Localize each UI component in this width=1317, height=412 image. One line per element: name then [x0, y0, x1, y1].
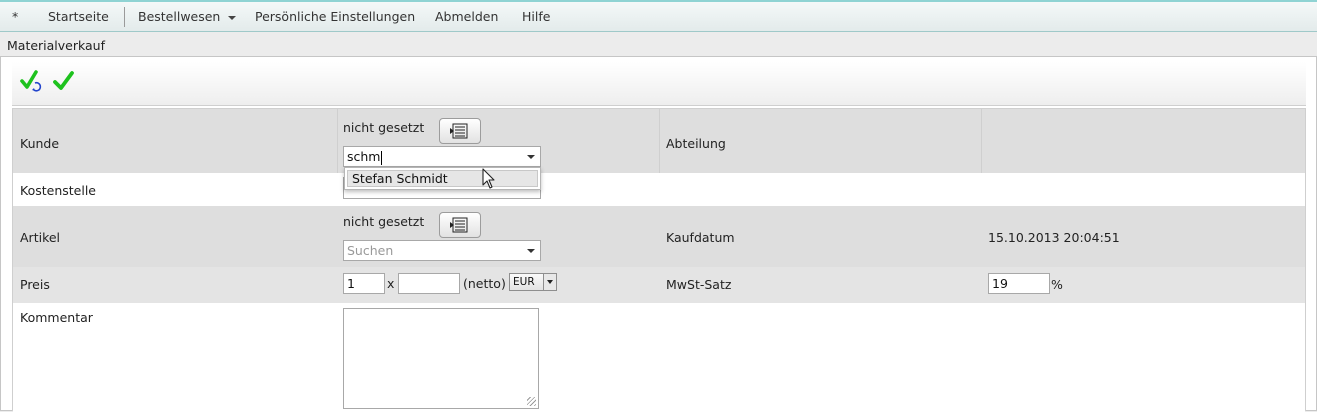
kommentar-textarea[interactable] [343, 308, 539, 409]
price-input[interactable] [398, 273, 460, 294]
panel-title: Materialverkauf [7, 38, 106, 53]
chevron-down-icon[interactable] [543, 274, 556, 290]
menu-item-startseite[interactable]: Startseite [48, 2, 109, 32]
kunde-search-combo[interactable]: schm [343, 146, 541, 167]
chevron-down-icon[interactable] [527, 155, 535, 159]
preis-label: Preis [20, 277, 50, 292]
resize-grip-icon[interactable] [527, 397, 536, 406]
kunde-picker-button[interactable] [439, 118, 481, 144]
netto-label: (netto) [463, 276, 506, 291]
currency-value: EUR [513, 276, 535, 288]
column-divider [981, 109, 982, 173]
menu-item-persoenliche-einstellungen[interactable]: Persönliche Einstellungen [255, 2, 415, 32]
text-cursor [381, 150, 383, 165]
list-select-icon [450, 217, 468, 233]
currency-select[interactable]: EUR [509, 273, 557, 291]
list-select-icon [450, 123, 468, 139]
kunde-autocomplete-dropdown: Stefan Schmidt [344, 167, 541, 190]
mwst-label: MwSt-Satz [666, 277, 732, 292]
kaufdatum-value: 15.10.2013 20:04:51 [988, 230, 1120, 245]
column-divider [337, 109, 338, 173]
chevron-down-icon[interactable] [527, 249, 535, 253]
artikel-status: nicht gesetzt [343, 214, 425, 229]
top-menu-bar: * Startseite Bestellwesen Persönliche Ei… [0, 0, 1317, 32]
menu-separator [124, 7, 125, 27]
kommentar-label: Kommentar [20, 310, 93, 325]
percent-sign: % [1051, 277, 1063, 292]
toolbar [12, 62, 1306, 106]
times-sign: x [387, 276, 395, 291]
check-icon[interactable] [52, 70, 76, 94]
mwst-input[interactable]: 19 [988, 273, 1050, 294]
kostenstelle-label: Kostenstelle [20, 183, 96, 198]
menu-item-bestellwesen-label: Bestellwesen [138, 9, 221, 24]
kunde-label: Kunde [20, 136, 60, 151]
menu-item-hilfe[interactable]: Hilfe [522, 2, 550, 32]
chevron-down-icon [228, 15, 237, 20]
menu-item-abmelden[interactable]: Abmelden [435, 2, 498, 32]
artikel-label: Artikel [20, 230, 61, 245]
artikel-search-placeholder: Suchen [347, 243, 394, 258]
artikel-picker-button[interactable] [439, 212, 481, 238]
autocomplete-option[interactable]: Stefan Schmidt [347, 170, 538, 187]
quantity-input[interactable]: 1 [343, 273, 385, 294]
kunde-status: nicht gesetzt [343, 120, 425, 135]
menu-star[interactable]: * [12, 2, 18, 32]
check-refresh-icon[interactable] [20, 70, 44, 94]
menu-item-bestellwesen[interactable]: Bestellwesen [138, 2, 237, 32]
kunde-search-value: schm [347, 149, 381, 164]
row-preis [13, 267, 1305, 303]
row-kostenstelle [13, 173, 1305, 206]
column-divider [659, 109, 660, 173]
abteilung-label: Abteilung [666, 136, 726, 151]
row-kommentar [13, 303, 1305, 412]
kaufdatum-label: Kaufdatum [666, 230, 735, 245]
artikel-search-combo[interactable]: Suchen [343, 240, 541, 261]
material-sale-form: Kunde nicht gesetzt schm Abteilung Koste… [12, 108, 1306, 412]
